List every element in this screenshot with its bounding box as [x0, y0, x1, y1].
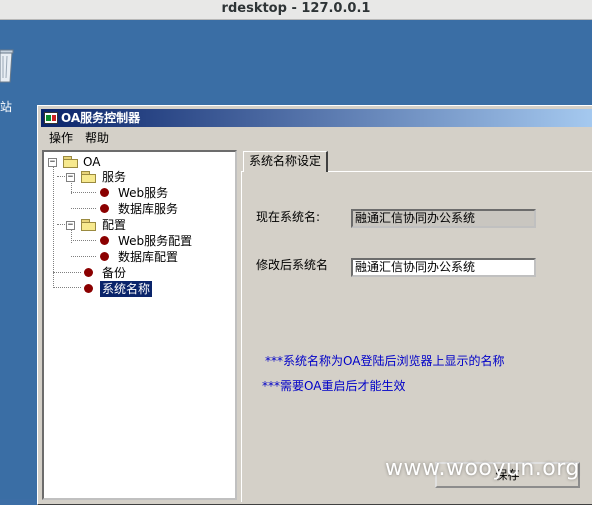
tree-line [53, 164, 54, 286]
tree-node-service[interactable]: − 服务 [65, 169, 145, 185]
recycle-bin-icon[interactable] [0, 48, 14, 84]
node-dot-icon [84, 284, 93, 293]
tree-line [53, 272, 81, 273]
tree-view[interactable]: − OA − 服务 Web服务 数据库服务 − 配置 Web服务配置 数据库配置… [42, 150, 237, 500]
menu-operate[interactable]: 操作 [44, 129, 78, 147]
new-name-label: 修改后系统名 [256, 258, 329, 272]
tree-node-system-name[interactable]: 系统名称 [82, 280, 182, 298]
tree-label-config: 配置 [102, 218, 127, 232]
current-name-field: 融通汇信协同办公系统 [351, 209, 536, 228]
tree-label-service: 服务 [102, 170, 127, 184]
node-dot-icon [100, 236, 109, 245]
note-restart: ***需要OA重启后才能生效 [262, 379, 406, 393]
note-display-name: ***系统名称为OA登陆后浏览器上显示的名称 [265, 354, 505, 368]
menu-help[interactable]: 帮助 [80, 129, 114, 147]
app-icon [44, 112, 58, 124]
tree-node-web-service[interactable]: Web服务 [98, 185, 218, 201]
folder-icon [63, 156, 79, 168]
tree-line [71, 192, 96, 193]
node-dot-icon [100, 252, 109, 261]
menu-bar: 操作 帮助 [41, 129, 592, 147]
node-dot-icon [100, 188, 109, 197]
collapse-icon[interactable]: − [66, 221, 75, 230]
folder-icon [81, 171, 97, 183]
collapse-icon[interactable]: − [48, 158, 57, 167]
tree-line [71, 240, 96, 241]
tree-node-root[interactable]: − OA [47, 154, 117, 170]
current-name-label: 现在系统名: [256, 210, 321, 224]
tree-node-web-config[interactable]: Web服务配置 [98, 233, 228, 249]
tree-node-config[interactable]: − 配置 [65, 217, 145, 233]
watermark: www.wooyun.org [385, 456, 580, 481]
tree-node-backup[interactable]: 备份 [82, 265, 162, 281]
tree-label-root: OA [83, 155, 101, 169]
collapse-icon[interactable]: − [66, 173, 75, 182]
window-title: OA服务控制器 [61, 111, 141, 125]
tree-line [53, 287, 81, 288]
tree-label-web-service: Web服务 [118, 186, 169, 200]
tree-node-db-service[interactable]: 数据库服务 [98, 201, 218, 217]
tree-node-db-config[interactable]: 数据库配置 [98, 249, 228, 265]
tree-line [71, 256, 96, 257]
settings-area: 系统名称设定 现在系统名: 融通汇信协同办公系统 修改后系统名 融通汇信协同办公… [241, 150, 592, 502]
folder-icon [81, 219, 97, 231]
oa-controller-window: OA服务控制器 操作 帮助 − OA − 服务 Web服务 数据库服务 − 配置… [37, 105, 592, 505]
tab-panel: 现在系统名: 融通汇信协同办公系统 修改后系统名 融通汇信协同办公系统 ***系… [241, 171, 592, 502]
tree-label-web-config: Web服务配置 [118, 234, 193, 248]
tree-line [71, 208, 96, 209]
node-dot-icon [84, 268, 93, 277]
rdesktop-titlebar: rdesktop - 127.0.0.1 [0, 0, 592, 20]
rdesktop-title: rdesktop - 127.0.0.1 [221, 1, 371, 16]
new-name-input[interactable]: 融通汇信协同办公系统 [351, 258, 536, 277]
recycle-bin-label: 站 [0, 100, 13, 114]
tree-label-system-name: 系统名称 [98, 280, 154, 298]
tree-label-db-service: 数据库服务 [118, 202, 179, 216]
tree-label-db-config: 数据库配置 [118, 250, 179, 264]
tree-label-backup: 备份 [102, 266, 127, 280]
window-titlebar[interactable]: OA服务控制器 [41, 109, 592, 127]
tab-system-name[interactable]: 系统名称设定 [243, 151, 329, 172]
node-dot-icon [100, 204, 109, 213]
